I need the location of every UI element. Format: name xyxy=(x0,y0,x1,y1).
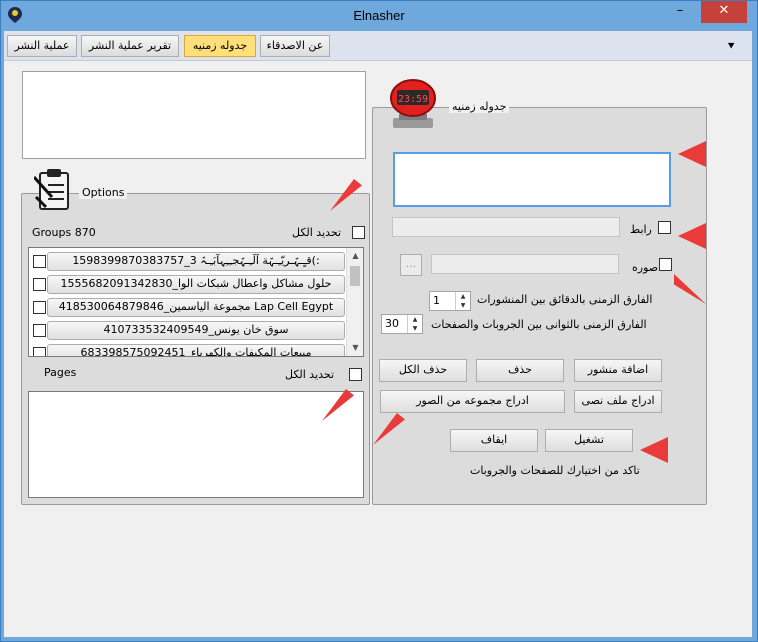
link-checkbox[interactable] xyxy=(658,221,671,234)
delete-all-button[interactable]: حذف الكل xyxy=(379,359,467,382)
tab-publish-report[interactable]: تقرير عملية النشر xyxy=(81,35,179,57)
groups-select-all-label: تحديد الكل xyxy=(292,226,342,239)
annotation-arrow-icon xyxy=(678,141,706,167)
scroll-up-icon[interactable]: ▲ xyxy=(347,248,363,264)
insert-text-file-button[interactable]: ادراج ملف نصى xyxy=(574,390,662,413)
link-label: رابط xyxy=(630,223,652,236)
group-item-button[interactable]: مبيعات المكيفات والكهرباء_68339857509245… xyxy=(47,344,345,356)
group-checkbox[interactable] xyxy=(33,255,46,268)
list-item[interactable]: Lap Cell Egypt مجموعة الياسمين_418530064… xyxy=(29,296,363,319)
tab-publish[interactable]: عملية النشر xyxy=(7,35,77,57)
group-item-button[interactable]: حلول مشاكل واعطال شبكات الوا_15556820913… xyxy=(47,275,345,294)
client-area: عملية النشر تقرير عملية النشر جدوله زمني… xyxy=(4,31,752,637)
image-label: صوره xyxy=(632,261,659,274)
schedule-title: جدوله زمنيه xyxy=(449,100,510,113)
tab-schedule[interactable]: جدوله زمنيه xyxy=(184,35,256,57)
image-checkbox[interactable] xyxy=(659,258,672,271)
list-item[interactable]: سوق خان يونس_410733532409549 xyxy=(29,319,363,342)
scroll-down-icon[interactable]: ▼ xyxy=(347,340,363,356)
group-interval-label: الفارق الزمنى بالثوانى بين الجروبات والص… xyxy=(431,318,647,331)
group-checkbox[interactable] xyxy=(33,278,46,291)
link-input[interactable] xyxy=(392,217,620,237)
stepper-down-icon[interactable]: ▼ xyxy=(408,324,422,333)
pages-select-all-checkbox[interactable] xyxy=(349,368,362,381)
tab-about-friends[interactable]: عن الاصدقاء xyxy=(260,35,330,57)
groups-list[interactable]: :)قـٍـہّـريّـِـہّة آلَـِـہّجـِـِہآبَـِـہ… xyxy=(28,247,364,357)
stop-button[interactable]: ايقاف xyxy=(450,429,538,452)
groups-scrollbar[interactable]: ▲ ▼ xyxy=(346,248,363,356)
toolbar: عملية النشر تقرير عملية النشر جدوله زمني… xyxy=(4,31,752,61)
toolbar-menu-icon[interactable]: ⯆ xyxy=(726,39,736,54)
list-item[interactable]: :)قـٍـہّـريّـِـہّة آلَـِـہّجـِـِہآبَـِـہ… xyxy=(29,250,363,273)
pages-select-all-label: تحديد الكل xyxy=(285,368,335,381)
group-item-button[interactable]: Lap Cell Egypt مجموعة الياسمين_418530064… xyxy=(47,298,345,317)
options-group: Options Groups 870 تحديد الكل :)قـٍـہّـر… xyxy=(21,169,370,505)
groups-select-all-checkbox[interactable] xyxy=(352,226,365,239)
alarm-clock-icon: 23:59 xyxy=(390,79,436,128)
pages-list[interactable] xyxy=(28,391,364,498)
post-interval-label: الفارق الزمنى بالدقائق بين المنشورات xyxy=(477,293,653,306)
clock-display: 23:59 xyxy=(398,94,428,105)
start-button[interactable]: تشغيل xyxy=(545,429,633,452)
add-post-button[interactable]: اضافة منشور xyxy=(574,359,662,382)
group-interval-stepper[interactable]: 30 ▲ ▼ xyxy=(381,314,423,334)
close-button[interactable]: ✕ xyxy=(701,1,747,23)
group-checkbox[interactable] xyxy=(33,301,46,314)
pages-label: Pages xyxy=(44,366,77,379)
selection-hint: تاكد من اختيارك للصفحات والجروبات xyxy=(470,464,640,477)
clipboard-icon xyxy=(34,169,69,210)
post-text-input[interactable] xyxy=(393,152,671,207)
group-item-button[interactable]: سوق خان يونس_410733532409549 xyxy=(47,321,345,340)
post-interval-stepper[interactable]: 1 ▲ ▼ xyxy=(429,291,471,311)
delete-button[interactable]: حذف xyxy=(476,359,564,382)
post-interval-value: 1 xyxy=(433,294,440,307)
stepper-up-icon[interactable]: ▲ xyxy=(408,315,422,324)
group-interval-value: 30 xyxy=(385,317,399,330)
options-title: Options xyxy=(79,186,128,199)
list-item[interactable]: حلول مشاكل واعطال شبكات الوا_15556820913… xyxy=(29,273,363,296)
app-window: Elnasher – ✕ عملية النشر تقرير عملية الن… xyxy=(0,0,758,642)
status-box xyxy=(22,71,366,159)
browse-image-button[interactable]: ... xyxy=(400,254,422,276)
window-title: Elnasher xyxy=(353,8,405,23)
minimize-button[interactable]: – xyxy=(665,1,695,23)
group-item-button[interactable]: :)قـٍـہّـريّـِـہّة آلَـِـہّجـِـِہآبَـِـہ… xyxy=(47,252,345,271)
scroll-thumb[interactable] xyxy=(350,266,360,286)
title-bar[interactable]: Elnasher – ✕ xyxy=(1,1,757,31)
image-path-input[interactable] xyxy=(431,254,619,274)
group-checkbox[interactable] xyxy=(33,347,46,356)
list-item[interactable]: مبيعات المكيفات والكهرباء_68339857509245… xyxy=(29,342,363,356)
group-checkbox[interactable] xyxy=(33,324,46,337)
groups-count-label: Groups 870 xyxy=(32,226,96,239)
stepper-down-icon[interactable]: ▼ xyxy=(456,301,470,310)
insert-images-button[interactable]: ادراج مجموعه من الصور xyxy=(380,390,565,413)
annotation-arrow-icon xyxy=(678,223,706,249)
stepper-up-icon[interactable]: ▲ xyxy=(456,292,470,301)
annotation-arrow-icon xyxy=(640,437,668,463)
